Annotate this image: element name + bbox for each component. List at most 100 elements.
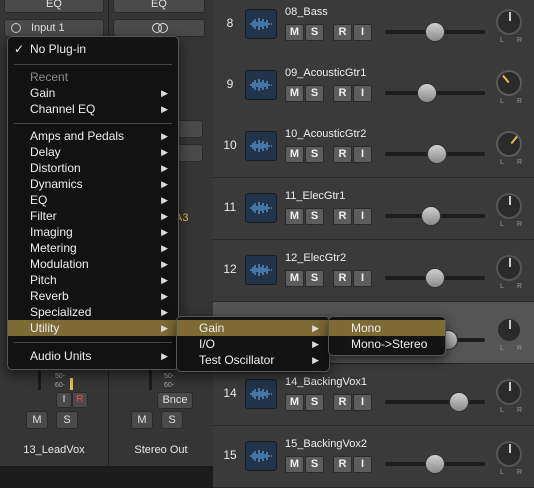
menu-item-no-plugin[interactable]: ✓ No Plug-in — [8, 41, 178, 57]
track-row[interactable]: 15 15_BackingVox2 M S R I L R — [213, 426, 534, 488]
input-slot[interactable]: Input 1 — [4, 19, 104, 37]
input-monitor-button[interactable]: I — [353, 24, 372, 41]
mute-button[interactable]: M — [131, 411, 153, 429]
mute-button[interactable]: M — [285, 85, 304, 102]
pan-knob[interactable] — [496, 70, 522, 96]
menu-item-category[interactable]: EQ ▶ — [8, 192, 178, 208]
track-row[interactable]: 10 10_AcousticGtr2 M S R I L R — [213, 116, 534, 178]
pan-knob[interactable] — [496, 317, 522, 343]
menu-item-utility[interactable]: Gain ▶ — [177, 320, 329, 336]
track-row[interactable]: 11 11_ElecGtr1 M S R I L R — [213, 178, 534, 240]
pan-knob[interactable] — [496, 9, 522, 35]
mute-button[interactable]: M — [285, 208, 304, 225]
track-name[interactable]: 08_Bass — [285, 6, 328, 18]
menu-item-category[interactable]: Filter ▶ — [8, 208, 178, 224]
track-name[interactable]: 09_AcousticGtr1 — [285, 67, 366, 79]
input-monitor-button[interactable]: I — [353, 456, 372, 473]
menu-item-gain[interactable]: Mono — [329, 320, 445, 336]
menu-item-category[interactable]: Amps and Pedals ▶ — [8, 128, 178, 144]
menu-item-category[interactable]: Pitch ▶ — [8, 272, 178, 288]
record-enable-button[interactable]: R — [333, 146, 352, 163]
record-button[interactable]: R — [72, 392, 88, 408]
checkmark-icon: ✓ — [14, 42, 25, 56]
track-name[interactable]: 14_BackingVox1 — [285, 376, 367, 388]
track-name[interactable]: 15_BackingVox2 — [285, 438, 367, 450]
solo-button[interactable]: S — [305, 85, 324, 102]
menu-item-gain[interactable]: Mono->Stereo — [329, 336, 445, 352]
solo-button[interactable]: S — [56, 411, 78, 429]
volume-slider-thumb[interactable] — [417, 83, 437, 103]
record-enable-button[interactable]: R — [333, 24, 352, 41]
mute-button[interactable]: M — [285, 24, 304, 41]
menu-item-category[interactable]: Metering ▶ — [8, 240, 178, 256]
menu-item-category[interactable]: Dynamics ▶ — [8, 176, 178, 192]
menu-item-utility[interactable]: I/O ▶ — [177, 336, 329, 352]
volume-slider-thumb[interactable] — [427, 144, 447, 164]
record-enable-button[interactable]: R — [333, 394, 352, 411]
input-monitor-button[interactable]: I — [353, 394, 372, 411]
pan-knob[interactable] — [496, 255, 522, 281]
solo-button[interactable]: S — [305, 270, 324, 287]
menu-item-recent[interactable]: Channel EQ ▶ — [8, 101, 178, 117]
submenu-arrow-icon: ▶ — [161, 88, 168, 98]
solo-button[interactable]: S — [305, 394, 324, 411]
track-row[interactable]: 9 09_AcousticGtr1 M S R I L R — [213, 55, 534, 117]
mute-button[interactable]: M — [285, 146, 304, 163]
volume-slider-thumb[interactable] — [421, 206, 441, 226]
pan-knob[interactable] — [496, 131, 522, 157]
input-monitor-button[interactable]: I — [56, 392, 72, 408]
track-row[interactable]: 8 08_Bass M S R I L R — [213, 0, 534, 56]
input-monitor-button[interactable]: I — [353, 146, 372, 163]
record-enable-button[interactable]: R — [333, 270, 352, 287]
mute-button[interactable]: M — [26, 411, 48, 429]
menu-item-category[interactable]: Delay ▶ — [8, 144, 178, 160]
input-monitor-button[interactable]: I — [353, 208, 372, 225]
mute-button[interactable]: M — [285, 270, 304, 287]
track-number: 8 — [226, 16, 234, 30]
menu-item-category[interactable]: Reverb ▶ — [8, 288, 178, 304]
solo-button[interactable]: S — [305, 208, 324, 225]
solo-button[interactable]: S — [305, 24, 324, 41]
track-name[interactable]: 12_ElecGtr2 — [285, 252, 346, 264]
record-enable-button[interactable]: R — [333, 85, 352, 102]
menu-item-category[interactable]: Modulation ▶ — [8, 256, 178, 272]
submenu-arrow-icon: ▶ — [161, 211, 168, 221]
eq-button[interactable]: EQ — [4, 0, 104, 13]
menu-item-category[interactable]: Imaging ▶ — [8, 224, 178, 240]
pan-knob[interactable] — [496, 379, 522, 405]
solo-button[interactable]: S — [305, 456, 324, 473]
stereo-link-button[interactable] — [113, 19, 205, 37]
menu-item-category[interactable]: Specialized ▶ — [8, 304, 178, 320]
mute-button[interactable]: M — [285, 394, 304, 411]
record-enable-button[interactable]: R — [333, 208, 352, 225]
meter-ticks: 50- 60- — [55, 372, 65, 390]
pan-knob[interactable] — [496, 193, 522, 219]
track-name[interactable]: 10_AcousticGtr2 — [285, 128, 366, 140]
track-row[interactable]: 14 14_BackingVox1 M S R I L R — [213, 364, 534, 426]
volume-slider-thumb[interactable] — [425, 454, 445, 474]
menu-item-recent[interactable]: Gain ▶ — [8, 85, 178, 101]
solo-button[interactable]: S — [161, 411, 183, 429]
menu-item-category[interactable]: Distortion ▶ — [8, 160, 178, 176]
record-enable-button[interactable]: R — [333, 456, 352, 473]
volume-slider-thumb[interactable] — [449, 392, 469, 412]
eq-button[interactable]: EQ — [113, 0, 205, 13]
volume-slider-thumb[interactable] — [425, 268, 445, 288]
volume-slider-thumb[interactable] — [425, 22, 445, 42]
volume-slider[interactable] — [385, 400, 485, 404]
solo-button[interactable]: S — [305, 146, 324, 163]
input-monitor-button[interactable]: I — [353, 85, 372, 102]
slot-button-2[interactable] — [177, 144, 203, 162]
menu-separator — [14, 64, 172, 65]
menu-item-category[interactable]: Utility ▶ — [8, 320, 178, 336]
pan-knob[interactable] — [496, 441, 522, 467]
menu-item-utility[interactable]: Test Oscillator ▶ — [177, 352, 329, 368]
track-name[interactable]: 11_ElecGtr1 — [285, 190, 345, 202]
input-monitor-button[interactable]: I — [353, 270, 372, 287]
menu-separator — [14, 342, 172, 343]
menu-item-audio-units[interactable]: Audio Units ▶ — [8, 348, 178, 364]
mute-button[interactable]: M — [285, 456, 304, 473]
slot-button-1[interactable] — [177, 120, 203, 138]
track-row[interactable]: 12 12_ElecGtr2 M S R I L R — [213, 240, 534, 302]
bounce-button[interactable]: Bnce — [157, 392, 193, 409]
